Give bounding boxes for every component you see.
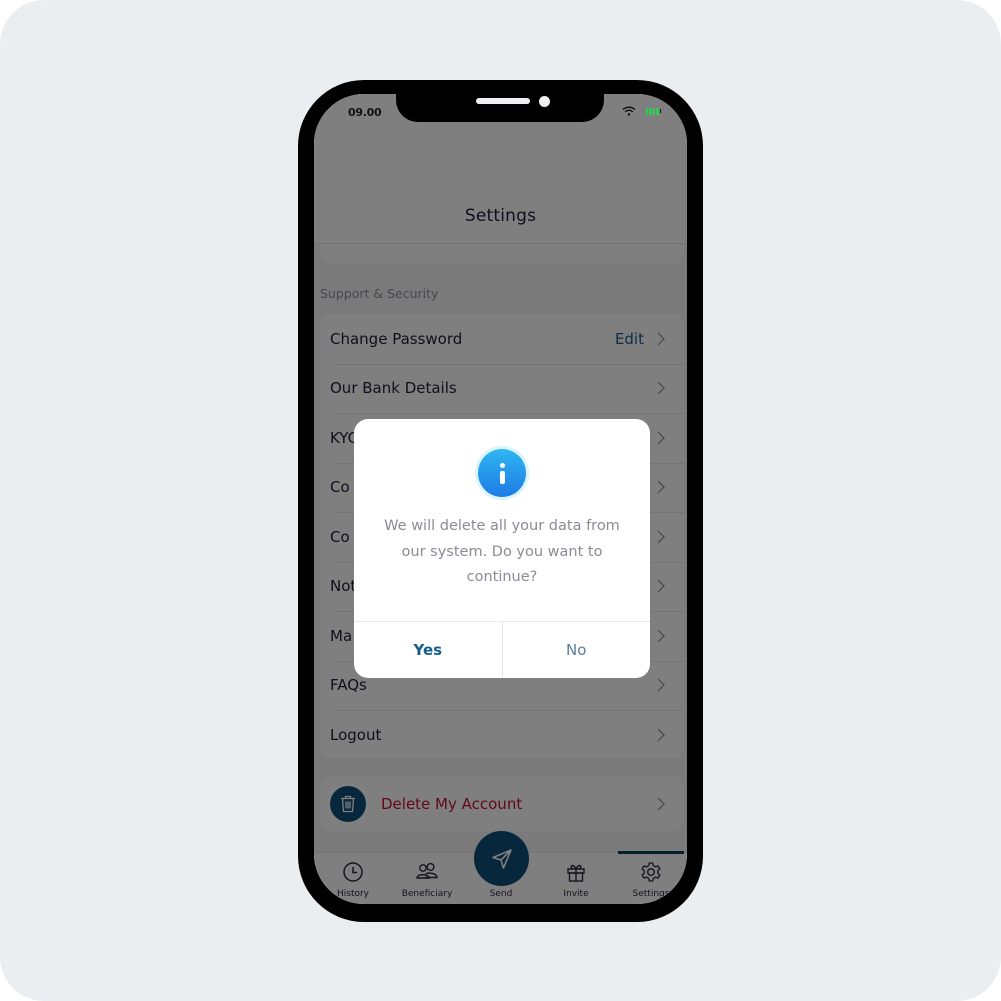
battery-icon	[646, 107, 661, 115]
info-icon	[478, 449, 526, 497]
phone-screen: Settings Support & Security Change Passw…	[314, 94, 687, 904]
confirm-delete-dialog: We will delete all your data from our sy…	[354, 419, 650, 678]
wifi-icon	[622, 106, 636, 116]
phone-frame: Settings Support & Security Change Passw…	[298, 80, 703, 922]
dialog-message: We will delete all your data from our sy…	[384, 518, 620, 585]
yes-button[interactable]: Yes	[354, 622, 503, 678]
status-time: 09.00	[348, 106, 382, 119]
background-canvas: Settings Support & Security Change Passw…	[0, 0, 1001, 1001]
dialog-actions: Yes No	[354, 621, 650, 678]
no-button[interactable]: No	[503, 622, 651, 678]
status-bar: 09.00	[314, 94, 687, 124]
